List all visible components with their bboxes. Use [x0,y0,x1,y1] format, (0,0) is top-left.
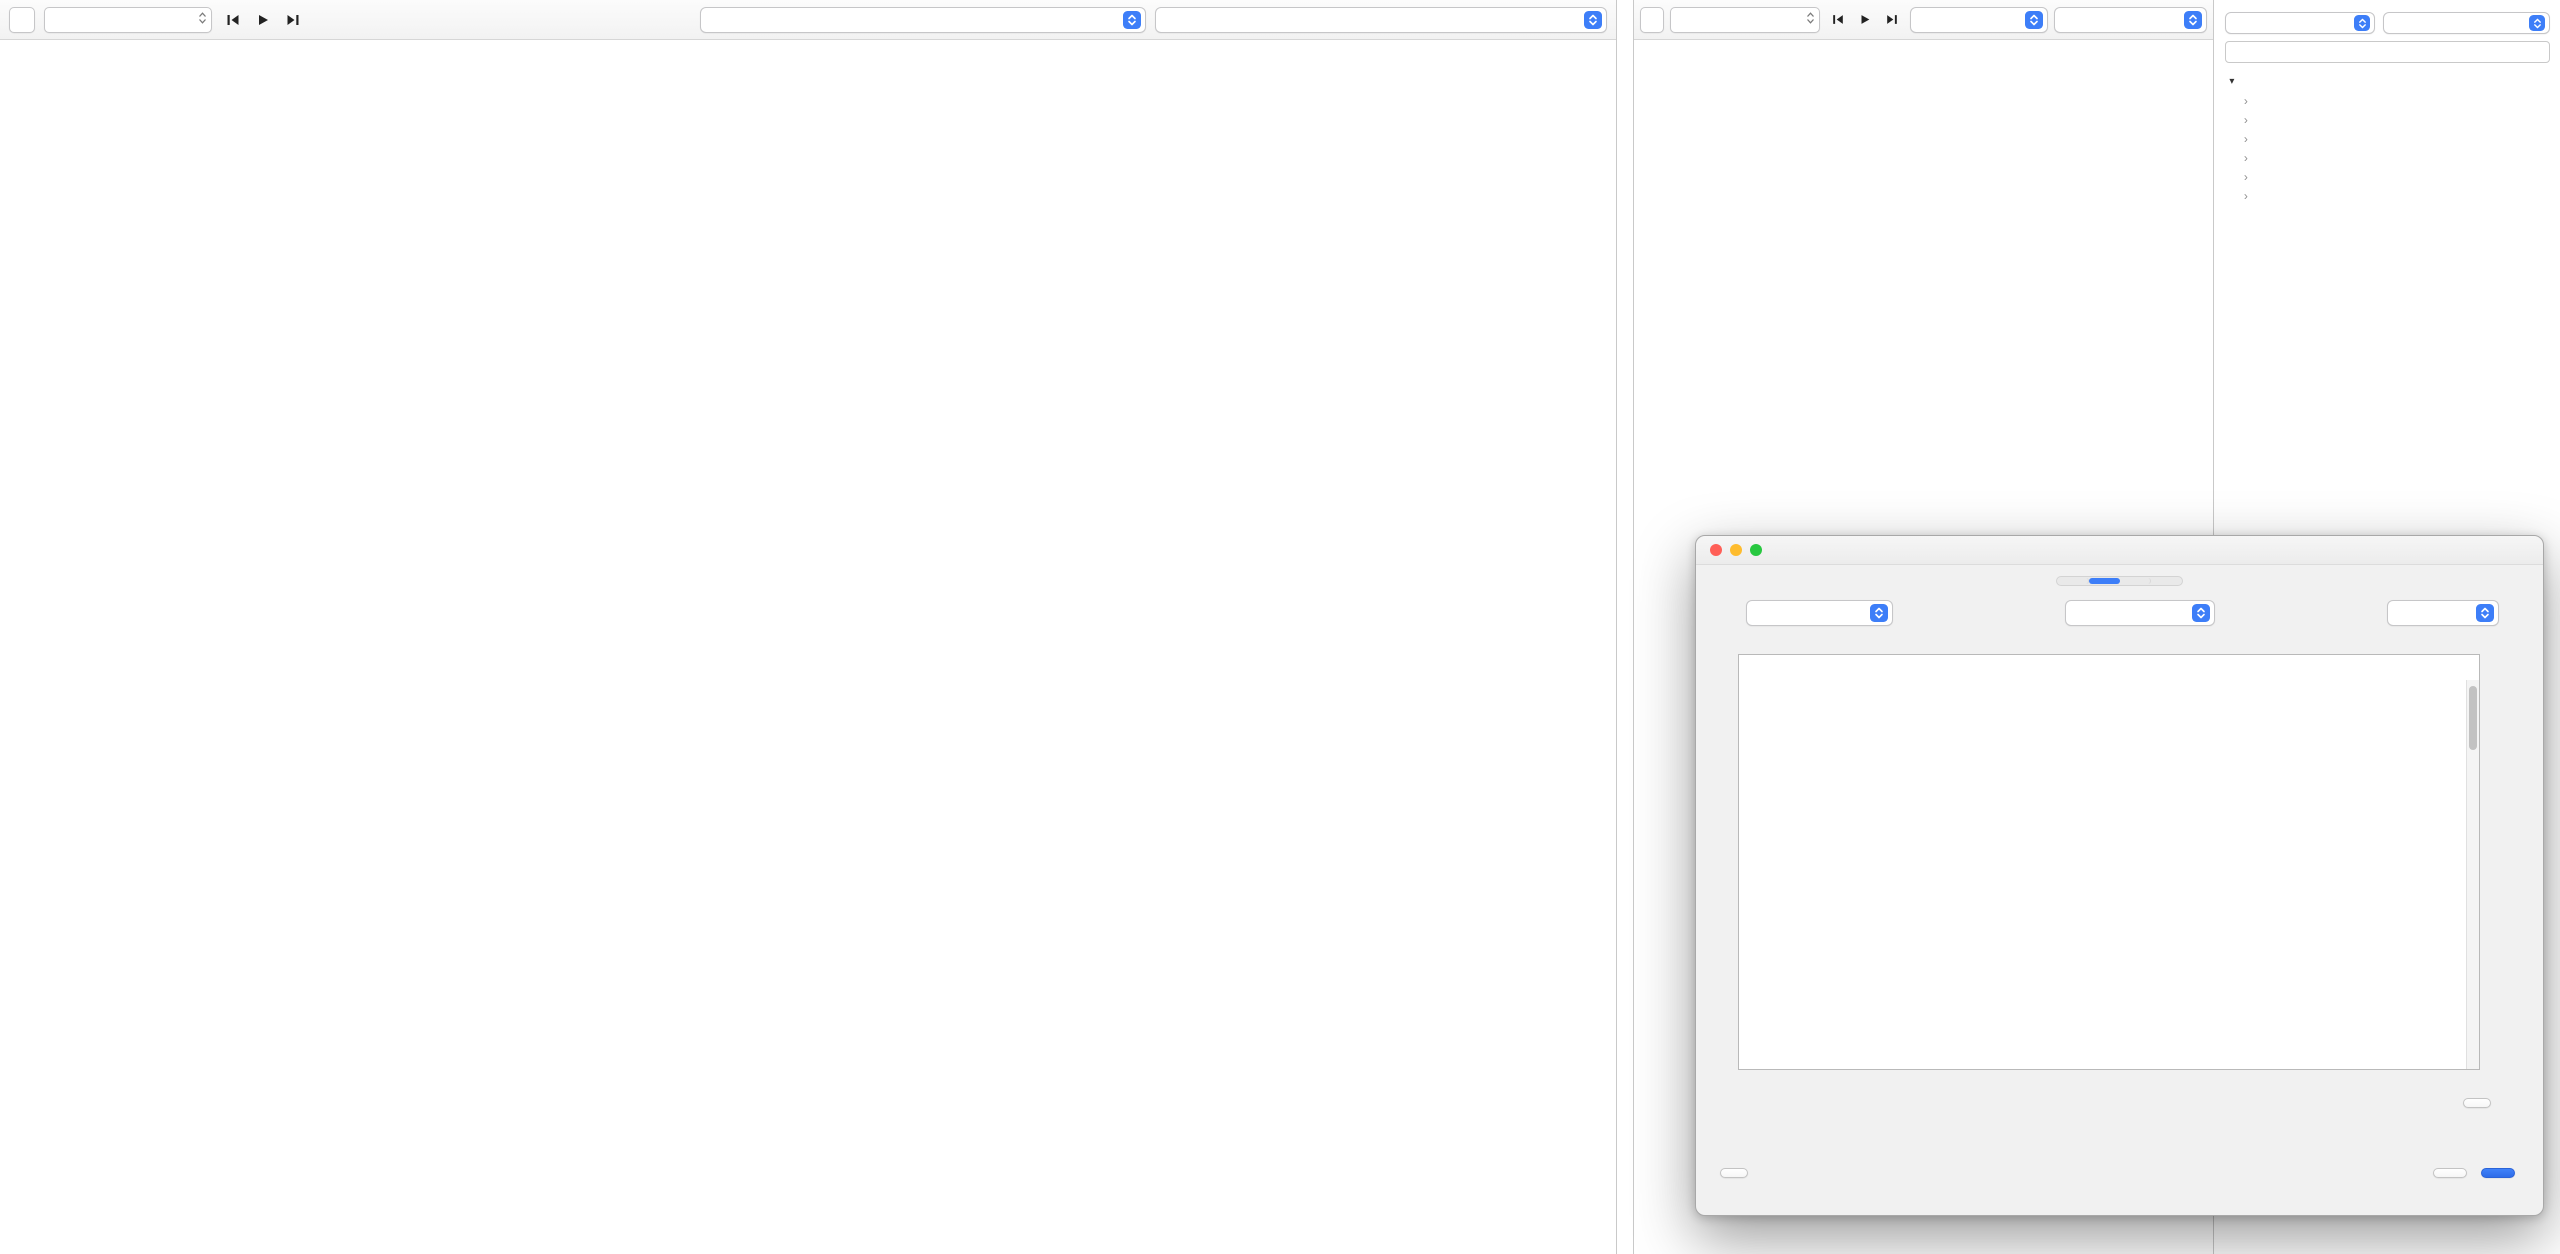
ok-button[interactable] [2481,1168,2515,1178]
tree-item-transit[interactable]: › [2225,186,2550,205]
chevron-updown-icon [2184,11,2202,29]
chevron-right-icon: › [2239,189,2253,203]
chevron-updown-icon [2025,11,2043,29]
tab-summary[interactable] [2089,578,2120,584]
tab-main[interactable] [2058,578,2089,584]
caret-down-icon: ▾ [2225,76,2239,87]
tab-histogram[interactable] [2120,578,2151,584]
units-dropdown[interactable] [2387,600,2499,626]
step-forward-button[interactable] [281,9,305,31]
matrix-body [1739,655,2479,1044]
right-toolbar [1634,0,2213,40]
chevron-updown-icon [1870,604,1888,622]
left-toolbar [0,0,1616,40]
chevron-updown-icon [2476,604,2494,622]
simulation-time-field[interactable] [44,7,212,33]
view-mode-dropdown[interactable] [1155,7,1607,33]
chevron-updown-icon [1584,11,1602,29]
close-window-button[interactable] [1710,544,1722,556]
tree-item-scripts[interactable]: › [2225,167,2550,186]
chevron-right-icon: › [2239,132,2253,146]
user-class-dropdown[interactable] [1746,600,1893,626]
network-map-canvas[interactable] [0,40,1616,1254]
dialog-controls [1738,600,2499,626]
grouping-category-dropdown[interactable] [2065,600,2215,626]
play-button[interactable] [251,9,275,31]
simulation-time-field[interactable] [1670,7,1820,33]
step-back-button[interactable] [1826,9,1850,31]
time-stepper-icon[interactable] [198,11,207,28]
playback-controls [221,9,305,31]
project-tree: ▾ › › › › › › [2225,72,2550,205]
filter-input[interactable] [2225,41,2550,63]
view-mode-dropdown[interactable] [2054,7,2207,33]
dropdown-value [710,13,1117,26]
traffic-demand-dialog [1695,535,2544,1216]
active-experiment-dropdown[interactable] [1910,7,2048,33]
chevron-right-icon: › [2239,94,2253,108]
dropdown-value [2235,17,2348,29]
cancel-button[interactable] [2433,1168,2467,1178]
zoom-window-button[interactable] [1750,544,1762,556]
chevron-right-icon: › [2239,151,2253,165]
vertical-scrollbar[interactable] [2466,680,2479,1069]
dropdown-value [2397,607,2470,620]
chevron-right-icon: › [2239,113,2253,127]
chevron-updown-icon [2192,604,2210,622]
minimize-window-button[interactable] [1730,544,1742,556]
dialog-titlebar[interactable] [1696,536,2543,565]
step-forward-button[interactable] [1880,9,1904,31]
play-button[interactable] [1853,9,1877,31]
scope-dropdown[interactable] [2225,12,2375,34]
chevron-updown-icon [1123,11,1141,29]
playback-controls [1826,9,1904,31]
chevron-updown-icon [2529,15,2545,31]
main-map-panel [0,0,1617,1254]
dropdown-value [2075,607,2186,620]
dropdown-value [2064,14,2178,26]
dropdown-value [1165,13,1578,26]
scrollbar-thumb[interactable] [2469,686,2477,750]
tree-item-project[interactable]: ▾ [2225,72,2550,91]
copy-button[interactable] [2463,1098,2491,1108]
chevron-right-icon: › [2239,170,2253,184]
time-stepper-icon[interactable] [1806,11,1815,28]
step-back-button[interactable] [221,9,245,31]
od-matrix-table [1738,654,2480,1070]
tree-item-data-analysis[interactable]: › [2225,91,2550,110]
dropdown-value [1920,14,2019,26]
chevron-updown-icon [2354,15,2370,31]
dropdown-value [2393,17,2523,29]
category-dropdown[interactable] [2383,12,2550,34]
active-experiment-dropdown[interactable] [700,7,1146,33]
tree-item-pedestrians[interactable]: › [2225,148,2550,167]
road-network-svg [0,40,1616,1254]
tree-item-infrastructure[interactable]: › [2225,129,2550,148]
dialog-tab-bar [2056,576,2183,586]
tab-profile[interactable] [2151,578,2181,584]
annotation-tool-button[interactable] [9,7,35,33]
tree-item-demand-data[interactable]: › [2225,110,2550,129]
annotation-tool-button[interactable] [1640,7,1664,33]
dropdown-value [1756,607,1864,620]
help-button[interactable] [1720,1168,1748,1178]
